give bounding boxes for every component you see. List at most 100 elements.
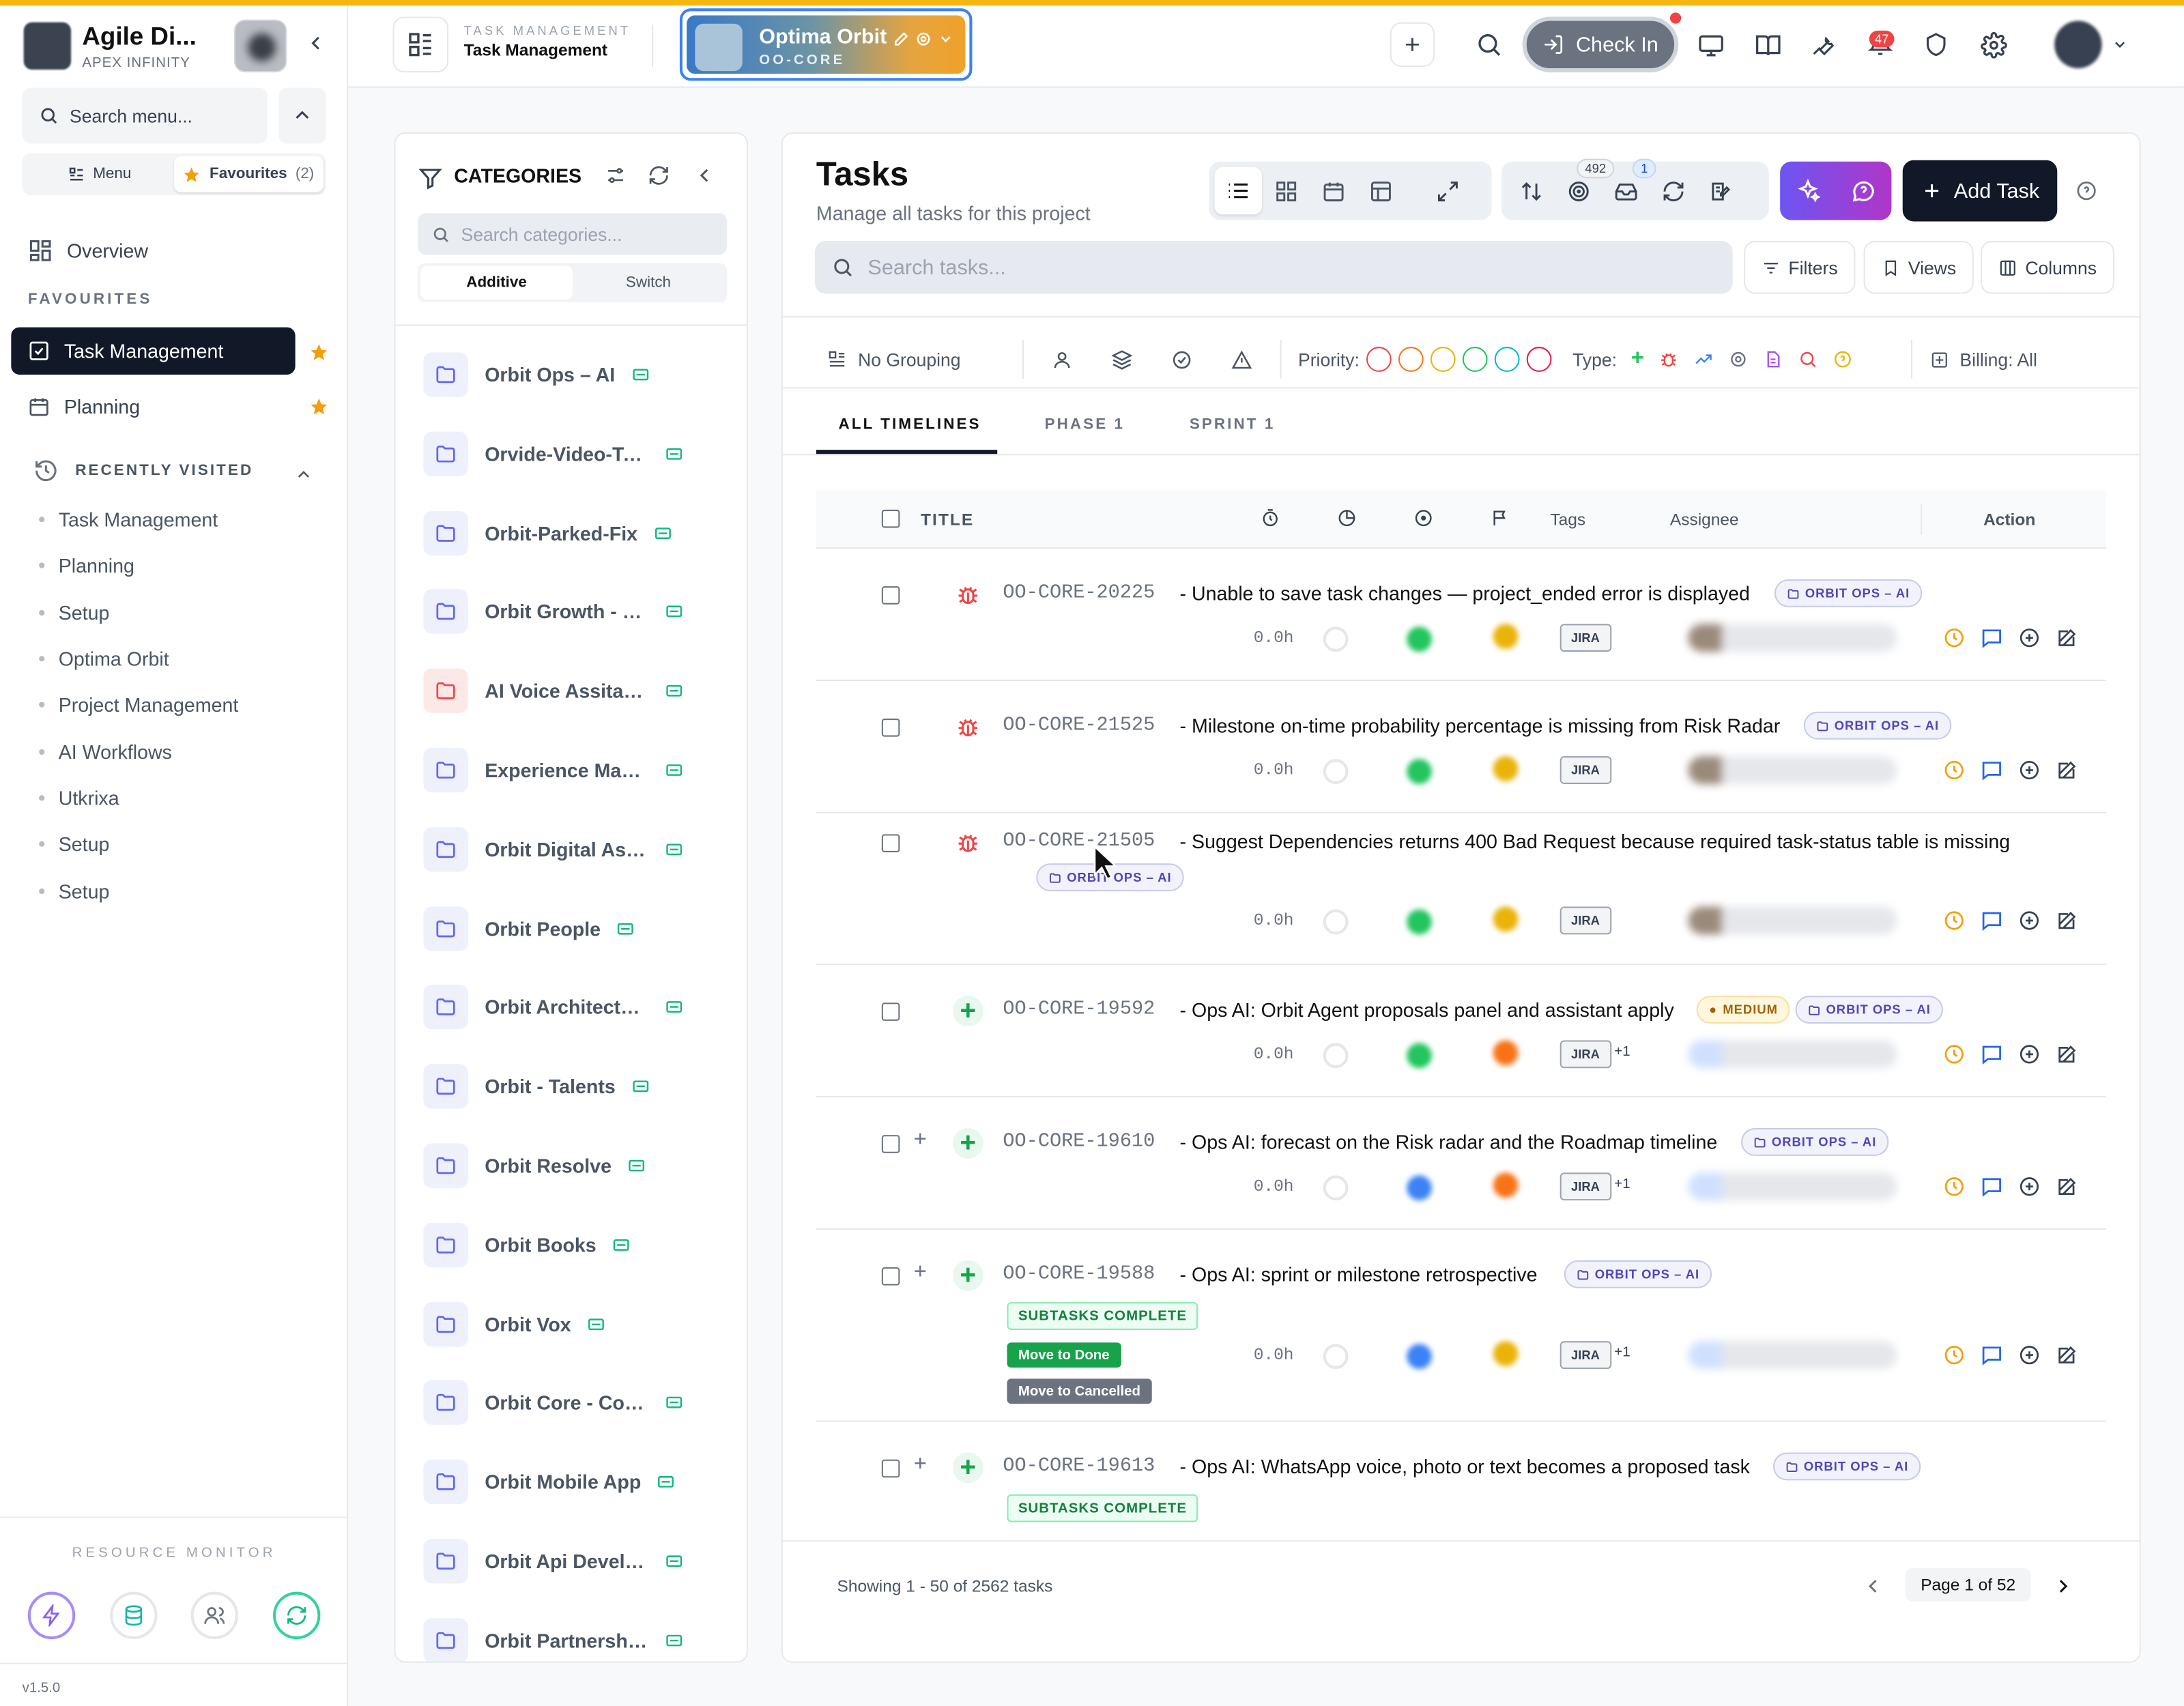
resource-users[interactable] [190, 1591, 238, 1640]
tab-phase-1[interactable]: PHASE 1 [1045, 416, 1125, 433]
recent-item[interactable]: Task Management [39, 508, 218, 531]
task-title[interactable]: - Milestone on-time probability percenta… [1180, 714, 1781, 737]
row-checkbox[interactable] [881, 586, 900, 605]
recent-item[interactable]: Planning [39, 554, 134, 577]
org-name[interactable]: Agile Di... [82, 23, 196, 52]
expand-subtasks-icon[interactable]: + [914, 1453, 927, 1478]
add-subtask-icon[interactable] [2017, 757, 2042, 783]
global-search-button[interactable] [1469, 25, 1508, 64]
feature-type-icon[interactable]: + [1631, 347, 1644, 372]
tab-favourites[interactable]: Favourites (2) [174, 156, 324, 192]
module-switcher-button[interactable] [392, 16, 449, 73]
question-type-icon[interactable] [1833, 349, 1853, 369]
assignee[interactable] [1688, 1172, 1897, 1201]
project-switcher[interactable]: Optima Orbit OO-CORE [679, 8, 973, 81]
resource-cpu[interactable] [27, 1591, 76, 1640]
task-title[interactable]: - Suggest Dependencies returns 400 Bad R… [1180, 830, 2011, 852]
category-item[interactable]: Orbit-Parked-Fix [423, 509, 671, 556]
edit-icon[interactable] [2054, 1342, 2080, 1368]
task-key[interactable]: OO-CORE-19588 [1003, 1263, 1155, 1286]
category-item[interactable]: Orbit Api Develo... [423, 1537, 682, 1585]
row-checkbox[interactable] [881, 719, 900, 737]
category-item[interactable]: Orbit - Talents [423, 1063, 648, 1110]
next-page-icon[interactable] [2053, 1576, 2073, 1596]
add-subtask-icon[interactable] [2017, 625, 2042, 650]
priority-column-icon[interactable] [1491, 508, 1510, 528]
jira-tag[interactable]: JIRA [1560, 1172, 1611, 1201]
recently-visited-toggle[interactable]: RECENTLY VISITED [33, 458, 253, 483]
tab-all-timelines[interactable]: ALL TIMELINES [839, 416, 981, 433]
jira-tag[interactable]: JIRA [1560, 906, 1611, 935]
jira-tag[interactable]: JIRA [1560, 624, 1611, 652]
trend-type-icon[interactable] [1694, 349, 1714, 369]
grid-view-button[interactable] [1262, 167, 1309, 214]
edit-icon[interactable] [2054, 625, 2080, 650]
recent-item[interactable]: Optima Orbit [39, 648, 169, 670]
calendar-view-button[interactable] [1309, 167, 1356, 214]
task-key[interactable]: OO-CORE-21505 [1003, 830, 1155, 852]
category-item[interactable]: Orbit Partnerships [423, 1617, 682, 1662]
prev-page-icon[interactable] [1864, 1576, 1884, 1596]
inbox-button[interactable]: 1 [1602, 158, 1656, 214]
billing-filter[interactable]: Billing: All [1931, 349, 2037, 370]
add-button[interactable] [1390, 22, 1435, 67]
add-subtask-icon[interactable] [2017, 1342, 2042, 1368]
tools-button[interactable] [1804, 25, 1843, 64]
comment-icon[interactable] [1979, 757, 2005, 783]
table-row[interactable]: + OO-CORE-19592 - Ops AI: Orbit Agent prop… [816, 965, 2106, 1098]
priority-indicator[interactable] [1493, 756, 1519, 781]
resource-database[interactable] [110, 1591, 158, 1640]
task-key[interactable]: OO-CORE-19592 [1003, 998, 1155, 1021]
workspace-avatar[interactable] [233, 19, 287, 73]
row-checkbox[interactable] [881, 1002, 900, 1021]
mode-switch[interactable]: Switch [573, 266, 724, 300]
tab-menu[interactable]: Menu [25, 156, 174, 192]
warning-filter-icon[interactable] [1231, 349, 1252, 370]
table-row[interactable]: OO-CORE-20225 - Unable to save task chang… [816, 549, 2106, 681]
more-tags-count[interactable]: +1 [1614, 1345, 1630, 1360]
category-tag[interactable]: ORBIT OPS – AI [1795, 996, 1944, 1024]
select-all-checkbox[interactable] [881, 509, 900, 528]
row-checkbox[interactable] [881, 1135, 900, 1153]
priority-indicator[interactable] [1493, 1040, 1519, 1066]
status-filter-icon[interactable] [1171, 349, 1192, 370]
chat-help-icon[interactable] [1851, 178, 1876, 203]
recent-item[interactable]: Setup [39, 602, 110, 624]
list-view-button[interactable] [1214, 167, 1262, 215]
collapse-sidebar-icon[interactable] [306, 33, 326, 53]
filters-button[interactable]: Filters [1744, 241, 1856, 294]
recent-item[interactable]: Setup [39, 833, 110, 855]
priority-filter-circle[interactable] [1462, 347, 1488, 372]
category-search-input[interactable]: Search categories... [418, 213, 728, 255]
table-row[interactable]: OO-CORE-21505 - Suggest Dependencies retu… [816, 813, 2106, 966]
tab-sprint-1[interactable]: SPRINT 1 [1190, 416, 1276, 433]
priority-indicator[interactable] [1493, 1341, 1519, 1367]
comment-icon[interactable] [1979, 1042, 2005, 1067]
category-item[interactable]: Experience Man... [423, 747, 682, 794]
check-in-button[interactable]: Check In [1522, 16, 1679, 73]
org-logo[interactable] [23, 22, 72, 70]
chevron-down-icon[interactable] [2112, 36, 2128, 53]
assignee[interactable] [1688, 906, 1897, 935]
category-tag[interactable]: ORBIT OPS – AI [1741, 1128, 1889, 1156]
clock-icon[interactable] [1942, 1342, 1967, 1368]
task-title[interactable]: - Ops AI: WhatsApp voice, photo or text … [1180, 1456, 1750, 1478]
priority-indicator[interactable] [1493, 624, 1519, 650]
row-checkbox[interactable] [881, 1267, 900, 1286]
clock-icon[interactable] [1942, 908, 1967, 934]
clock-icon[interactable] [1942, 625, 1967, 650]
clock-icon[interactable] [1942, 1174, 1967, 1199]
assignee[interactable] [1688, 756, 1897, 784]
row-checkbox[interactable] [881, 1459, 900, 1478]
sparkles-icon[interactable] [1796, 178, 1821, 203]
column-title[interactable]: TITLE [921, 510, 974, 530]
table-view-button[interactable] [1357, 167, 1404, 214]
priority-filter-circle[interactable] [1398, 347, 1424, 372]
move-to-done-button[interactable]: Move to Done [1007, 1342, 1121, 1368]
category-item[interactable]: Orvide-Video-Tut... [423, 430, 682, 477]
category-item[interactable]: Orbit Architectur... [423, 984, 682, 1031]
category-item[interactable]: AI Voice Assitan... [423, 667, 682, 714]
assignee[interactable] [1688, 1040, 1897, 1069]
status-indicator[interactable] [1407, 909, 1432, 935]
recent-item[interactable]: Project Management [39, 693, 239, 716]
